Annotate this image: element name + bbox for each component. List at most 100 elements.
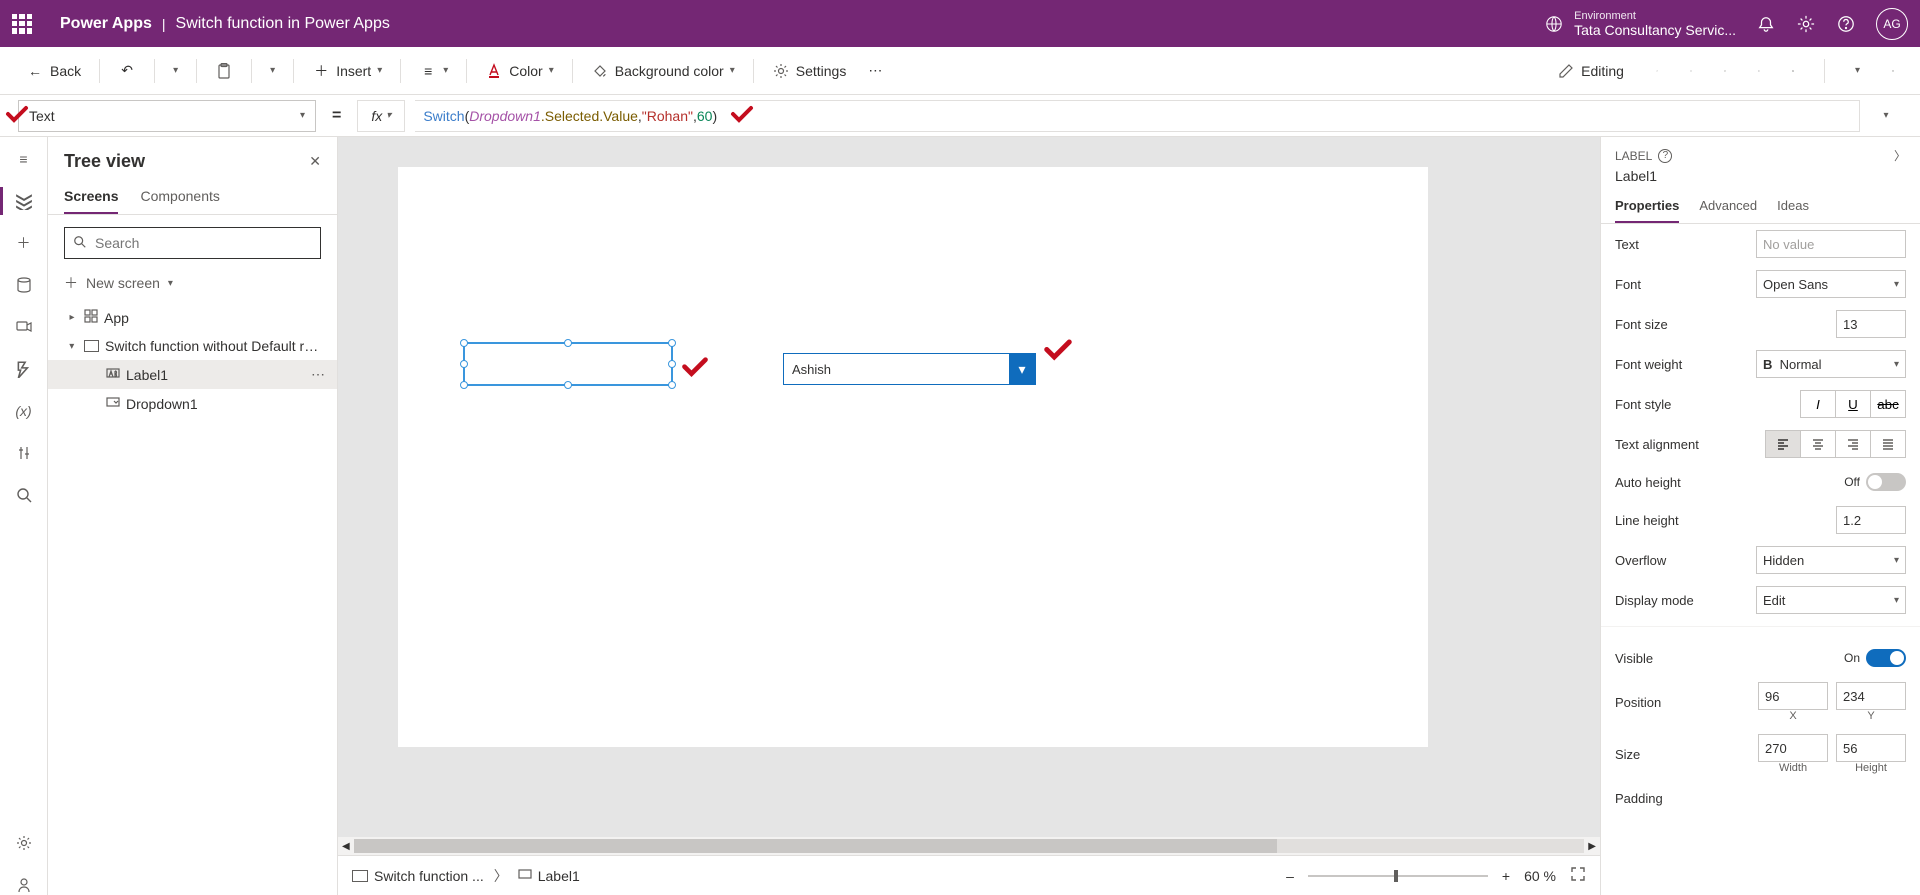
tree-item-screen[interactable]: ▾ Switch function without Default result (48, 332, 337, 360)
font-size-input[interactable]: 13 (1836, 310, 1906, 338)
more-icon[interactable]: ⋯ (311, 366, 325, 383)
breadcrumb-label[interactable]: Label1 (518, 867, 580, 884)
scroll-right-icon[interactable]: ▶ (1588, 841, 1596, 852)
settings-gear-icon[interactable] (1796, 14, 1816, 34)
save-menu[interactable]: ▾ (1847, 59, 1868, 82)
hamburger-icon[interactable]: ≡ (14, 149, 34, 169)
artboard[interactable]: Ashish ▾ (398, 167, 1428, 747)
zoom-thumb[interactable] (1394, 870, 1398, 882)
position-x-input[interactable]: 96 (1758, 682, 1828, 710)
tab-ideas[interactable]: Ideas (1777, 190, 1809, 223)
save-icon[interactable] (1784, 62, 1802, 80)
formula-input[interactable]: Switch(Dropdown1.Selected.Value,"Rohan",… (415, 100, 1860, 132)
breadcrumb-screen[interactable]: Switch function ... (352, 868, 484, 884)
variables-icon[interactable]: (x) (14, 401, 34, 421)
collapse-panel-icon[interactable]: 〉 (1894, 147, 1906, 164)
fx-button[interactable]: fx ▾ (357, 100, 405, 132)
tree-item-label1[interactable]: Label1 ⋯ (48, 360, 337, 389)
align-right-button[interactable] (1835, 430, 1871, 458)
insert-rail-icon[interactable]: ＋ (14, 233, 34, 253)
paste-button[interactable] (207, 56, 241, 86)
align-justify-button[interactable] (1870, 430, 1906, 458)
auto-height-toggle[interactable] (1866, 473, 1906, 491)
bgcolor-button[interactable]: Background color ▾ (583, 56, 743, 86)
property-selector[interactable]: Text ▾ (18, 100, 316, 132)
editing-mode-button[interactable]: Editing (1549, 56, 1632, 86)
line-height-input[interactable]: 1.2 (1836, 506, 1906, 534)
overflow-button[interactable]: ⋯ (858, 56, 892, 86)
text-input[interactable]: No value (1756, 230, 1906, 258)
font-select[interactable]: Open Sans▾ (1756, 270, 1906, 298)
font-weight-select[interactable]: B Normal▾ (1756, 350, 1906, 378)
size-width-input[interactable]: 270 (1758, 734, 1828, 762)
horizontal-scrollbar[interactable]: ◀ ▶ (338, 837, 1600, 855)
share-icon[interactable] (1648, 62, 1666, 80)
app-launcher-icon[interactable] (12, 14, 32, 34)
help-icon[interactable] (1836, 14, 1856, 34)
dropdown-control[interactable]: Ashish ▾ (783, 353, 1036, 385)
resize-handle[interactable] (460, 360, 468, 368)
user-avatar[interactable]: AG (1876, 8, 1908, 40)
data-icon[interactable] (14, 275, 34, 295)
strikethrough-button[interactable]: abc (1870, 390, 1906, 418)
align-left-button[interactable] (1765, 430, 1801, 458)
display-mode-select[interactable]: Edit▾ (1756, 586, 1906, 614)
comments-icon[interactable] (1716, 62, 1734, 80)
align-button[interactable]: ≡▾ (411, 56, 456, 86)
notifications-icon[interactable] (1756, 14, 1776, 34)
resize-handle[interactable] (460, 381, 468, 389)
scroll-left-icon[interactable]: ◀ (342, 841, 350, 852)
scrollbar-thumb[interactable] (354, 839, 1277, 853)
resize-handle[interactable] (460, 339, 468, 347)
search-input[interactable] (95, 235, 312, 251)
resize-handle[interactable] (564, 339, 572, 347)
settings-button[interactable]: Settings (764, 56, 855, 86)
tab-properties[interactable]: Properties (1615, 190, 1679, 223)
search-rail-icon[interactable] (14, 485, 34, 505)
undo-button[interactable]: ↶ (110, 56, 144, 86)
power-automate-icon[interactable] (14, 359, 34, 379)
size-height-input[interactable]: 56 (1836, 734, 1906, 762)
tree-view-icon[interactable] (14, 191, 34, 211)
insert-button[interactable]: ＋ Insert ▾ (304, 56, 390, 86)
underline-button[interactable]: U (1835, 390, 1871, 418)
undo-menu[interactable]: ▾ (165, 59, 186, 82)
position-y-input[interactable]: 234 (1836, 682, 1906, 710)
settings-rail-icon[interactable] (14, 833, 34, 853)
publish-icon[interactable] (1884, 62, 1902, 80)
back-button[interactable]: ← Back (18, 56, 89, 86)
media-icon[interactable] (14, 317, 34, 337)
close-icon[interactable]: ✕ (309, 153, 321, 170)
tools-icon[interactable] (14, 443, 34, 463)
checker-icon[interactable] (1682, 62, 1700, 80)
expand-formula-button[interactable]: ▾ (1870, 100, 1902, 132)
control-name[interactable]: Label1 (1615, 164, 1906, 184)
environment-picker[interactable]: Environment Tata Consultancy Servic... (1544, 10, 1736, 38)
selected-label-control[interactable] (463, 342, 673, 386)
color-button[interactable]: Color ▾ (477, 56, 562, 86)
paste-menu[interactable]: ▾ (262, 59, 283, 82)
resize-handle[interactable] (564, 381, 572, 389)
align-center-button[interactable] (1800, 430, 1836, 458)
virtual-agent-icon[interactable] (14, 875, 34, 895)
visible-toggle[interactable] (1866, 649, 1906, 667)
zoom-in-button[interactable]: + (1502, 868, 1510, 884)
zoom-slider[interactable] (1308, 875, 1488, 877)
tab-advanced[interactable]: Advanced (1699, 190, 1757, 223)
collapse-icon[interactable]: ▾ (66, 341, 78, 352)
help-icon[interactable]: ? (1658, 149, 1672, 163)
tree-item-dropdown1[interactable]: Dropdown1 (48, 389, 337, 418)
italic-button[interactable]: I (1800, 390, 1836, 418)
tab-screens[interactable]: Screens (64, 180, 118, 214)
fit-screen-icon[interactable] (1570, 866, 1586, 885)
zoom-out-button[interactable]: – (1286, 868, 1294, 884)
resize-handle[interactable] (668, 381, 676, 389)
overflow-select[interactable]: Hidden▾ (1756, 546, 1906, 574)
expand-icon[interactable]: ▸ (66, 312, 78, 323)
play-icon[interactable] (1750, 62, 1768, 80)
tree-item-app[interactable]: ▸ App (48, 303, 337, 332)
resize-handle[interactable] (668, 339, 676, 347)
resize-handle[interactable] (668, 360, 676, 368)
new-screen-button[interactable]: ＋ New screen ▾ (48, 267, 337, 299)
tab-components[interactable]: Components (140, 180, 219, 214)
